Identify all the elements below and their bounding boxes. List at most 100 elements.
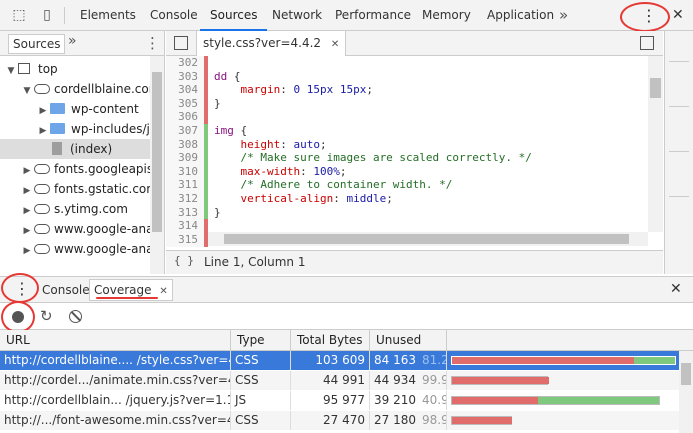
record-icon[interactable] (12, 311, 24, 323)
close-drawer-icon[interactable]: ✕ (670, 281, 682, 297)
line-number: 310 (178, 164, 198, 178)
triangle-down-icon[interactable]: ▼ (22, 81, 32, 101)
drawer-menu-icon[interactable]: ⋮ (14, 279, 30, 298)
code-line: max-width: 100%; (240, 164, 347, 178)
table-row[interactable]: http://cordellblaine.... /style.css?ver=… (0, 351, 693, 370)
reload-icon[interactable]: ↻ (40, 307, 53, 325)
total-bytes-cell: 44 991 (291, 371, 370, 390)
type-cell: JS (231, 391, 291, 410)
close-tab-icon[interactable]: ✕ (331, 39, 339, 50)
cloud-icon (34, 164, 50, 174)
url-cell: http://cordellblain... /jquery.js?ver=1.… (0, 391, 231, 410)
cloud-icon (34, 224, 50, 234)
triangle-right-icon[interactable]: ▶ (22, 241, 32, 261)
unused-percent: 40.9 % (422, 393, 447, 407)
triangle-right-icon[interactable]: ▶ (22, 201, 32, 221)
tree-item[interactable]: ▶ s.ytimg.com (0, 199, 164, 221)
column-header[interactable]: Total Bytes (291, 330, 370, 351)
toolbar-divider (64, 7, 65, 24)
column-header[interactable]: URL (0, 330, 231, 351)
line-number: 313 (178, 205, 198, 219)
tab-style-css[interactable]: style.css?ver=4.4.2 ✕ (196, 31, 347, 56)
triangle-right-icon[interactable]: ▶ (38, 101, 48, 121)
tab-elements[interactable]: Elements (70, 0, 146, 31)
code-line: dd { (214, 69, 241, 83)
drawer-tabbar: ⋮ Console Coverage ✕ ✕ (0, 273, 693, 303)
tab-application[interactable]: Application (477, 0, 564, 31)
line-number: 314 (178, 219, 198, 233)
editor-hscroll-thumb[interactable] (224, 234, 629, 244)
line-number: 311 (178, 178, 198, 192)
customize-menu-icon[interactable]: ⋮ (641, 0, 657, 31)
tab-network[interactable]: Network (262, 0, 332, 31)
tree-item[interactable]: ▶ wp-includes/js (0, 119, 164, 141)
pretty-print-icon[interactable]: { } (174, 254, 194, 267)
line-number: 312 (178, 192, 198, 205)
line-number: 307 (178, 124, 198, 137)
line-number: 302 (178, 56, 198, 69)
tree-item[interactable]: ▶ fonts.googleapis.c (0, 159, 164, 181)
unused-bytes-bar (452, 417, 512, 424)
toggle-navigator-icon[interactable] (174, 36, 188, 50)
tree-item-label: cordellblaine.com (54, 82, 161, 96)
table-row[interactable]: http://cordellblain... /jquery.js?ver=1.… (0, 391, 693, 410)
column-header[interactable]: Unused By... (370, 330, 447, 368)
toggle-debugger-icon[interactable] (640, 36, 654, 50)
inspect-element-icon[interactable]: ⬚ (10, 6, 28, 24)
tab-console-drawer[interactable]: Console (42, 283, 90, 297)
url-cell: http://.../font-awesome.min.css?ver=4.3.… (0, 411, 231, 430)
tree-item-label: top (38, 62, 58, 76)
debugger-sidebar (664, 31, 693, 274)
tree-item[interactable]: (index) (0, 139, 164, 159)
navigator-menu-icon[interactable]: ⋮ (145, 34, 160, 52)
triangle-right-icon[interactable]: ▶ (38, 121, 48, 141)
more-tabs-chevron-icon[interactable]: » (559, 0, 568, 31)
url-cell: http://cordel.../animate.min.css?ver=4.4… (0, 371, 231, 390)
triangle-right-icon[interactable]: ▶ (22, 181, 32, 201)
close-devtools-icon[interactable]: ✕ (672, 0, 684, 31)
line-number: 308 (178, 137, 198, 151)
tree-item[interactable]: ▶ fonts.gstatic.com (0, 179, 164, 201)
sidebar-divider (669, 106, 689, 107)
device-toolbar-icon[interactable]: ▯ (38, 6, 56, 24)
triangle-right-icon[interactable]: ▶ (22, 161, 32, 181)
more-navigator-tabs-icon[interactable]: » (68, 33, 77, 49)
close-coverage-icon[interactable]: ✕ (159, 286, 167, 297)
code-editor[interactable]: dd { margin: 0 15px 15px;} img { height: … (208, 56, 648, 247)
tree-item[interactable]: ▶ wp-content (0, 99, 164, 121)
frame-icon (18, 63, 30, 74)
table-row[interactable]: http://cordel.../animate.min.css?ver=4.4… (0, 371, 693, 390)
triangle-down-icon[interactable]: ▼ (6, 61, 16, 81)
tab-sources-navigator[interactable]: Sources (8, 34, 66, 54)
table-scrollbar-thumb[interactable] (681, 363, 691, 385)
total-bytes-cell: 95 977 (291, 391, 370, 410)
clear-icon-slash (70, 311, 81, 322)
tree-item[interactable]: ▼ top (0, 59, 164, 81)
url-cell: http://cordellblaine.... /style.css?ver=… (0, 351, 231, 370)
editor-vscroll-thumb[interactable] (650, 78, 661, 98)
tab-console[interactable]: Console (140, 0, 208, 31)
line-number: 303 (178, 69, 198, 83)
type-cell: CSS (231, 411, 291, 430)
code-line: } (214, 96, 221, 110)
tab-sources[interactable]: Sources (200, 0, 268, 31)
clear-icon[interactable] (69, 310, 82, 323)
tab-memory[interactable]: Memory (412, 0, 481, 31)
tree-scrollbar[interactable] (150, 56, 164, 274)
tree-item[interactable]: ▼ cordellblaine.com (0, 79, 164, 101)
table-row[interactable]: http://.../font-awesome.min.css?ver=4.3.… (0, 411, 693, 430)
table-scrollbar[interactable] (679, 351, 693, 433)
tree-item[interactable]: ▶ www.google-analy (0, 239, 164, 261)
unused-bytes-bar (452, 357, 634, 364)
tree-scrollbar-thumb[interactable] (152, 72, 162, 232)
tab-performance[interactable]: Performance (325, 0, 421, 31)
triangle-right-icon[interactable]: ▶ (22, 221, 32, 241)
editor-horizontal-scrollbar[interactable] (208, 232, 648, 246)
devtools-toolbar: ⬚ ▯ Elements Console Sources Network Perform… (0, 0, 693, 32)
total-bytes-cell: 103 609 (291, 351, 370, 370)
column-header[interactable]: Type (231, 330, 291, 351)
editor-vertical-scrollbar[interactable] (648, 56, 663, 232)
sidebar-divider (669, 61, 689, 62)
tree-item-label: (index) (70, 142, 113, 156)
tree-item[interactable]: ▶ www.google-analy (0, 219, 164, 241)
